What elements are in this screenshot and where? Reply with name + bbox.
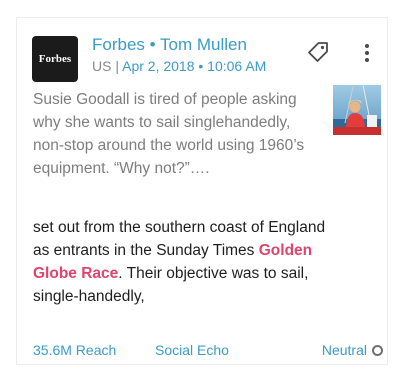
neutral-circle-icon [372, 345, 383, 356]
publication-link[interactable]: Forbes [92, 35, 145, 54]
source-separator: • [144, 35, 161, 54]
article-thumbnail[interactable] [333, 85, 381, 135]
meta-separator: | [111, 58, 123, 74]
country-label: US [92, 58, 112, 74]
tag-icon[interactable] [306, 40, 330, 64]
meta-line: US | Apr 2, 2018 • 10:06 AM [92, 58, 266, 74]
author-link[interactable]: Tom Mullen [160, 35, 247, 54]
source-line: Forbes • Tom Mullen [92, 35, 247, 55]
more-vertical-icon[interactable] [362, 42, 372, 64]
publisher-logo-text: Forbes [38, 53, 72, 65]
social-echo-link[interactable]: Social Echo [155, 342, 229, 358]
article-card[interactable]: Forbes Forbes • Tom Mullen US | Apr 2, 2… [16, 17, 388, 365]
article-excerpt: set out from the southern coast of Engla… [33, 216, 333, 308]
publish-date-link[interactable]: Apr 2, 2018 • 10:06 AM [122, 58, 266, 74]
sentiment-indicator[interactable]: Neutral [322, 342, 383, 358]
reach-link[interactable]: 35.6M Reach [33, 342, 116, 358]
publisher-logo: Forbes [32, 36, 78, 82]
article-summary: Susie Goodall is tired of people asking … [33, 91, 305, 177]
sentiment-label: Neutral [321, 342, 367, 358]
